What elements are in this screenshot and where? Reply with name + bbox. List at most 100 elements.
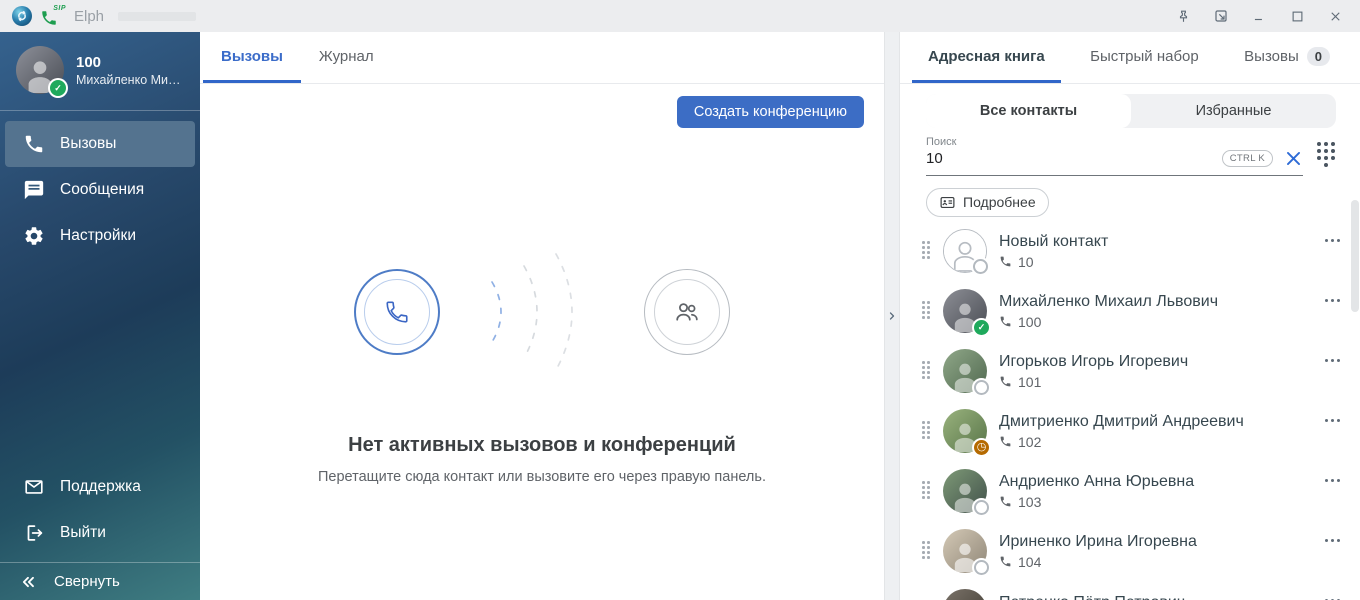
contact-info: Михайленко Михаил Львович 100 bbox=[999, 292, 1321, 330]
contact-info: Дмитриенко Дмитрий Андреевич 102 bbox=[999, 412, 1321, 450]
create-conference-button[interactable]: Создать конференцию bbox=[677, 96, 864, 128]
avatar bbox=[943, 349, 987, 393]
contact-name: Дмитриенко Дмитрий Андреевич bbox=[999, 412, 1321, 432]
drag-handle-icon[interactable] bbox=[922, 481, 931, 500]
user-avatar bbox=[16, 46, 64, 94]
contact-number: 103 bbox=[1018, 494, 1041, 510]
search-input[interactable]: Поиск 10 CTRL K bbox=[926, 134, 1303, 176]
tab-label: Вызовы bbox=[1244, 48, 1299, 65]
drag-handle-icon[interactable] bbox=[922, 421, 931, 440]
calls-count-badge: 0 bbox=[1307, 47, 1330, 66]
contact-row[interactable]: Дмитриенко Дмитрий Андреевич 102 bbox=[900, 401, 1360, 461]
contacts-filter: Все контакты Избранные bbox=[926, 94, 1336, 128]
sip-phone-icon: SIP bbox=[40, 5, 64, 27]
contact-name: Игорьков Игорь Игоревич bbox=[999, 352, 1321, 372]
contact-number-row: 104 bbox=[999, 554, 1321, 570]
contact-name: Петренко Пётр Петрович bbox=[999, 593, 1321, 600]
minimize-button[interactable] bbox=[1244, 3, 1274, 29]
people-icon bbox=[673, 298, 701, 326]
shortcut-chip: CTRL K bbox=[1222, 150, 1273, 167]
drag-handle-icon[interactable] bbox=[922, 301, 931, 320]
user-status-badge bbox=[50, 80, 66, 96]
sidebar-item-label: Поддержка bbox=[60, 478, 141, 496]
sidebar-item-calls[interactable]: Вызовы bbox=[5, 121, 195, 167]
current-user[interactable]: 100 Михайленко Михаи… bbox=[0, 32, 200, 111]
panel-divider bbox=[884, 32, 900, 600]
clear-search-button[interactable] bbox=[1284, 149, 1303, 168]
expand-panel-icon[interactable] bbox=[886, 309, 898, 323]
contact-name: Новый контакт bbox=[999, 232, 1321, 252]
contact-number: 10 bbox=[1018, 254, 1034, 270]
contact-number: 102 bbox=[1018, 434, 1041, 450]
right-panel: Адресная книга Быстрый набор Вызовы 0 Вс… bbox=[900, 32, 1360, 600]
contact-number-row: 100 bbox=[999, 314, 1321, 330]
sidebar-item-label: Вызовы bbox=[60, 135, 116, 153]
details-button[interactable]: Подробнее bbox=[926, 188, 1049, 217]
drag-handle-icon[interactable] bbox=[922, 361, 931, 380]
more-icon[interactable] bbox=[1321, 415, 1345, 427]
details-label: Подробнее bbox=[963, 194, 1036, 210]
status-badge bbox=[974, 500, 989, 515]
drag-handle-icon[interactable] bbox=[922, 241, 931, 260]
more-icon[interactable] bbox=[1321, 355, 1345, 367]
more-icon[interactable] bbox=[1321, 295, 1345, 307]
sidebar-item-logout[interactable]: Выйти bbox=[5, 510, 195, 556]
filter-all-contacts[interactable]: Все контакты bbox=[926, 94, 1131, 128]
more-icon[interactable] bbox=[1321, 235, 1345, 247]
search-label: Поиск bbox=[926, 136, 1303, 149]
phone-icon bbox=[999, 495, 1012, 508]
titlebar-left: SIP Elph bbox=[12, 5, 196, 27]
dialpad-button[interactable] bbox=[1317, 142, 1336, 168]
tab-calls[interactable]: Вызовы bbox=[203, 32, 301, 83]
empty-state-graphic bbox=[354, 252, 730, 372]
contact-row[interactable]: Ириненко Ирина Игоревна 104 bbox=[900, 521, 1360, 581]
maximize-button[interactable] bbox=[1282, 3, 1312, 29]
tab-address-book[interactable]: Адресная книга bbox=[912, 32, 1061, 83]
status-badge bbox=[974, 440, 989, 455]
empty-state-subtitle: Перетащите сюда контакт или вызовите его… bbox=[318, 469, 766, 485]
contact-row[interactable]: Михайленко Михаил Львович 100 bbox=[900, 281, 1360, 341]
clear-icon bbox=[1284, 149, 1303, 168]
drag-handle-icon[interactable] bbox=[922, 541, 931, 560]
contact-info: Петренко Пётр Петрович bbox=[999, 593, 1321, 600]
more-icon[interactable] bbox=[1321, 475, 1345, 487]
contact-row[interactable]: Андриенко Анна Юрьевна 103 bbox=[900, 461, 1360, 521]
sidebar-item-settings[interactable]: Настройки bbox=[5, 213, 195, 259]
sidebar-collapse-button[interactable]: Свернуть bbox=[0, 562, 200, 600]
calls-empty-state: Создать конференцию bbox=[200, 84, 884, 600]
contact-name: Андриенко Анна Юрьевна bbox=[999, 472, 1321, 492]
titlebar: SIP Elph bbox=[0, 0, 1360, 32]
contact-row[interactable]: Петренко Пётр Петрович bbox=[900, 581, 1360, 600]
tab-speed-dial[interactable]: Быстрый набор bbox=[1074, 32, 1215, 83]
main-tabbar: Вызовы Журнал bbox=[200, 32, 884, 84]
app-logo-icon bbox=[12, 6, 32, 26]
scrollbar-thumb[interactable] bbox=[1351, 200, 1359, 312]
main-area: Вызовы Журнал Создать конференцию bbox=[200, 32, 884, 600]
avatar bbox=[943, 589, 987, 600]
sidebar-item-messages[interactable]: Сообщения bbox=[5, 167, 195, 213]
status-badge bbox=[974, 560, 989, 575]
contact-info: Андриенко Анна Юрьевна 103 bbox=[999, 472, 1321, 510]
contact-number-row: 103 bbox=[999, 494, 1321, 510]
pin-button[interactable] bbox=[1168, 3, 1198, 29]
contact-row[interactable]: Игорьков Игорь Игоревич 101 bbox=[900, 341, 1360, 401]
tab-journal[interactable]: Журнал bbox=[301, 32, 392, 83]
more-icon[interactable] bbox=[1321, 595, 1345, 600]
close-button[interactable] bbox=[1320, 3, 1350, 29]
contact-row[interactable]: Новый контакт 10 bbox=[900, 221, 1360, 281]
contact-card-icon bbox=[939, 194, 956, 211]
call-circle bbox=[354, 269, 440, 355]
contact-number: 104 bbox=[1018, 554, 1041, 570]
phone-outline-icon bbox=[384, 299, 410, 325]
filter-favorites[interactable]: Избранные bbox=[1131, 94, 1336, 128]
sidebar-item-label: Сообщения bbox=[60, 181, 144, 199]
sidebar: 100 Михайленко Михаи… Вызовы bbox=[0, 32, 200, 600]
avatar bbox=[943, 289, 987, 333]
more-icon[interactable] bbox=[1321, 535, 1345, 547]
sidebar-item-support[interactable]: Поддержка bbox=[5, 464, 195, 510]
phone-icon bbox=[999, 315, 1012, 328]
snap-button[interactable] bbox=[1206, 3, 1236, 29]
tab-calls-right[interactable]: Вызовы 0 bbox=[1228, 32, 1346, 83]
contact-name: Михайленко Михаил Львович bbox=[999, 292, 1321, 312]
avatar bbox=[943, 529, 987, 573]
